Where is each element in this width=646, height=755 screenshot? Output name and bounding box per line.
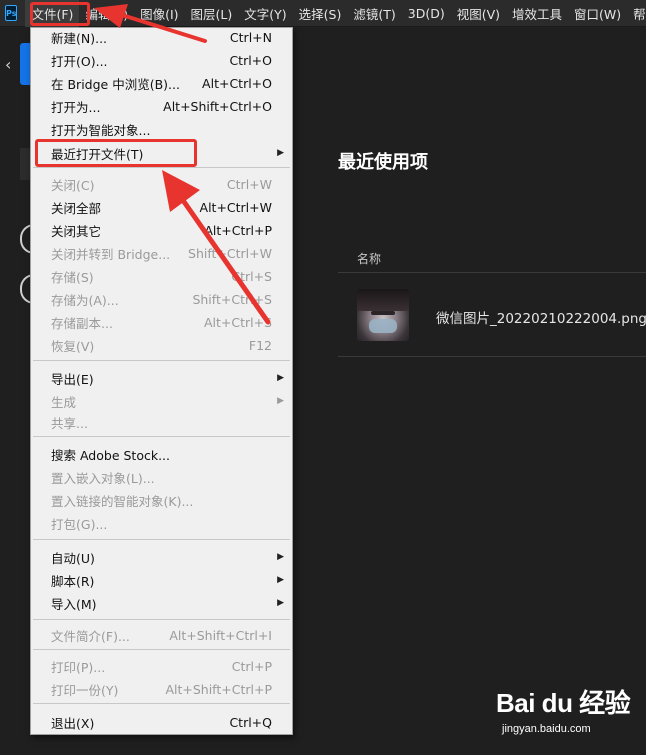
watermark-url: jingyan.baidu.com — [502, 723, 591, 735]
baidu-logo: Bai du 经验 — [496, 688, 631, 718]
annotation-arrows — [94, 4, 271, 325]
baidu-jingyan-watermark: Bai du 经验 jingyan.baidu.com — [496, 683, 646, 755]
annotation-arrow-to-open-recent — [162, 170, 271, 325]
annotation-arrow-to-file-menu — [94, 4, 207, 43]
